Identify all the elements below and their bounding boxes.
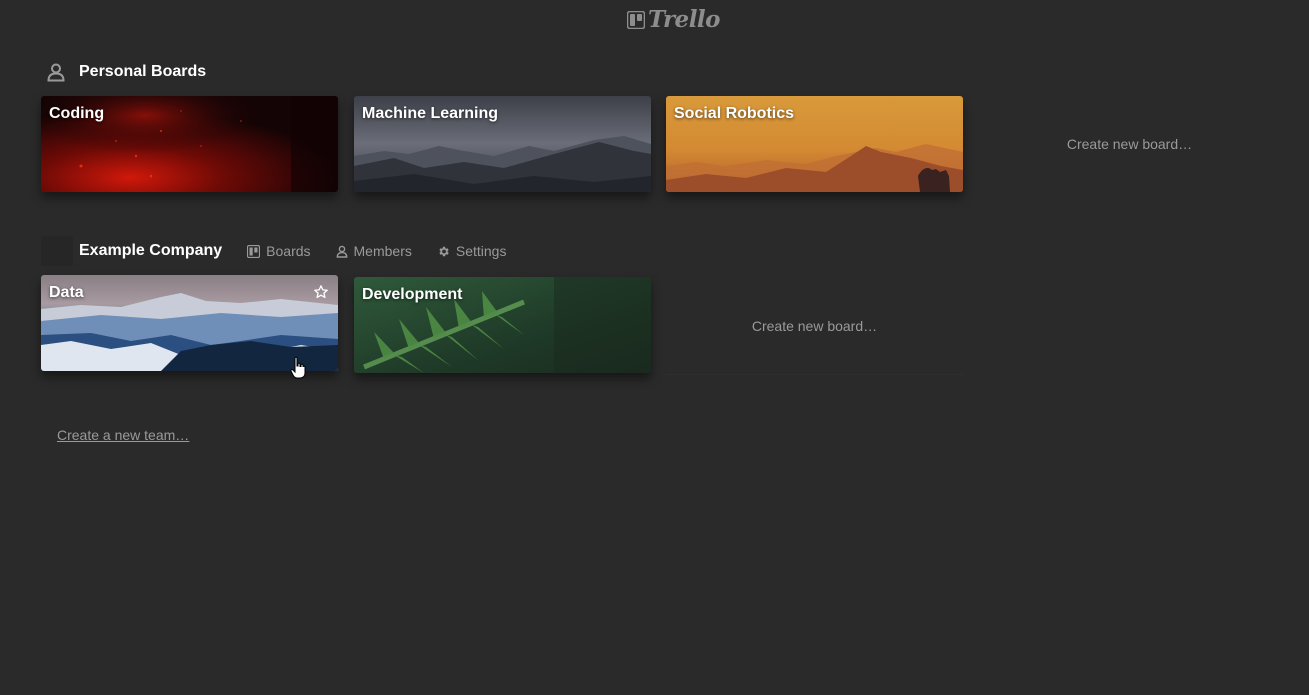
create-new-board-label: Create new board… — [751, 318, 878, 334]
hand-pointer-cursor-icon — [290, 356, 306, 379]
board-title-development: Development — [362, 286, 463, 303]
star-outline-icon[interactable] — [313, 284, 329, 300]
personal-boards-header: Personal Boards — [41, 62, 206, 82]
board-tile-coding[interactable]: Coding — [41, 96, 338, 192]
board-title-machine-learning: Machine Learning — [362, 105, 499, 122]
boards-page: Trello Personal Boards Coding Machine Le… — [0, 0, 1309, 695]
team-header: Example Company Boards Members Settings — [41, 236, 506, 266]
create-new-board-label: Create new board… — [1066, 136, 1193, 152]
person-icon — [336, 245, 347, 258]
trello-board-icon — [627, 10, 645, 29]
team-boards-link[interactable]: Boards — [247, 243, 311, 259]
board-icon — [247, 244, 261, 258]
personal-boards-title: Personal Boards — [79, 63, 207, 80]
gear-icon — [439, 246, 449, 256]
board-title-coding: Coding — [49, 105, 105, 122]
board-tile-machine-learning[interactable]: Machine Learning — [354, 96, 651, 192]
team-avatar — [41, 236, 73, 266]
create-new-board-team[interactable]: Create new board… — [666, 278, 963, 375]
team-title: Example Company — [79, 242, 223, 259]
team-members-link[interactable]: Members — [336, 243, 412, 259]
board-tile-social-robotics[interactable]: Social Robotics — [666, 96, 963, 192]
team-settings-label: Settings — [455, 243, 507, 259]
board-tile-development[interactable]: Development — [354, 277, 651, 373]
create-new-team-link[interactable]: Create a new team… — [57, 427, 189, 443]
logo-text: Trello — [648, 6, 721, 33]
board-title-social-robotics: Social Robotics — [674, 105, 795, 122]
team-boards-label: Boards — [266, 243, 311, 259]
trello-logo[interactable]: Trello — [627, 6, 721, 33]
board-title-data: Data — [49, 284, 84, 301]
person-icon — [46, 62, 76, 82]
create-new-board-personal[interactable]: Create new board… — [981, 96, 1278, 192]
team-settings-link[interactable]: Settings — [437, 243, 507, 259]
team-members-label: Members — [353, 243, 412, 259]
